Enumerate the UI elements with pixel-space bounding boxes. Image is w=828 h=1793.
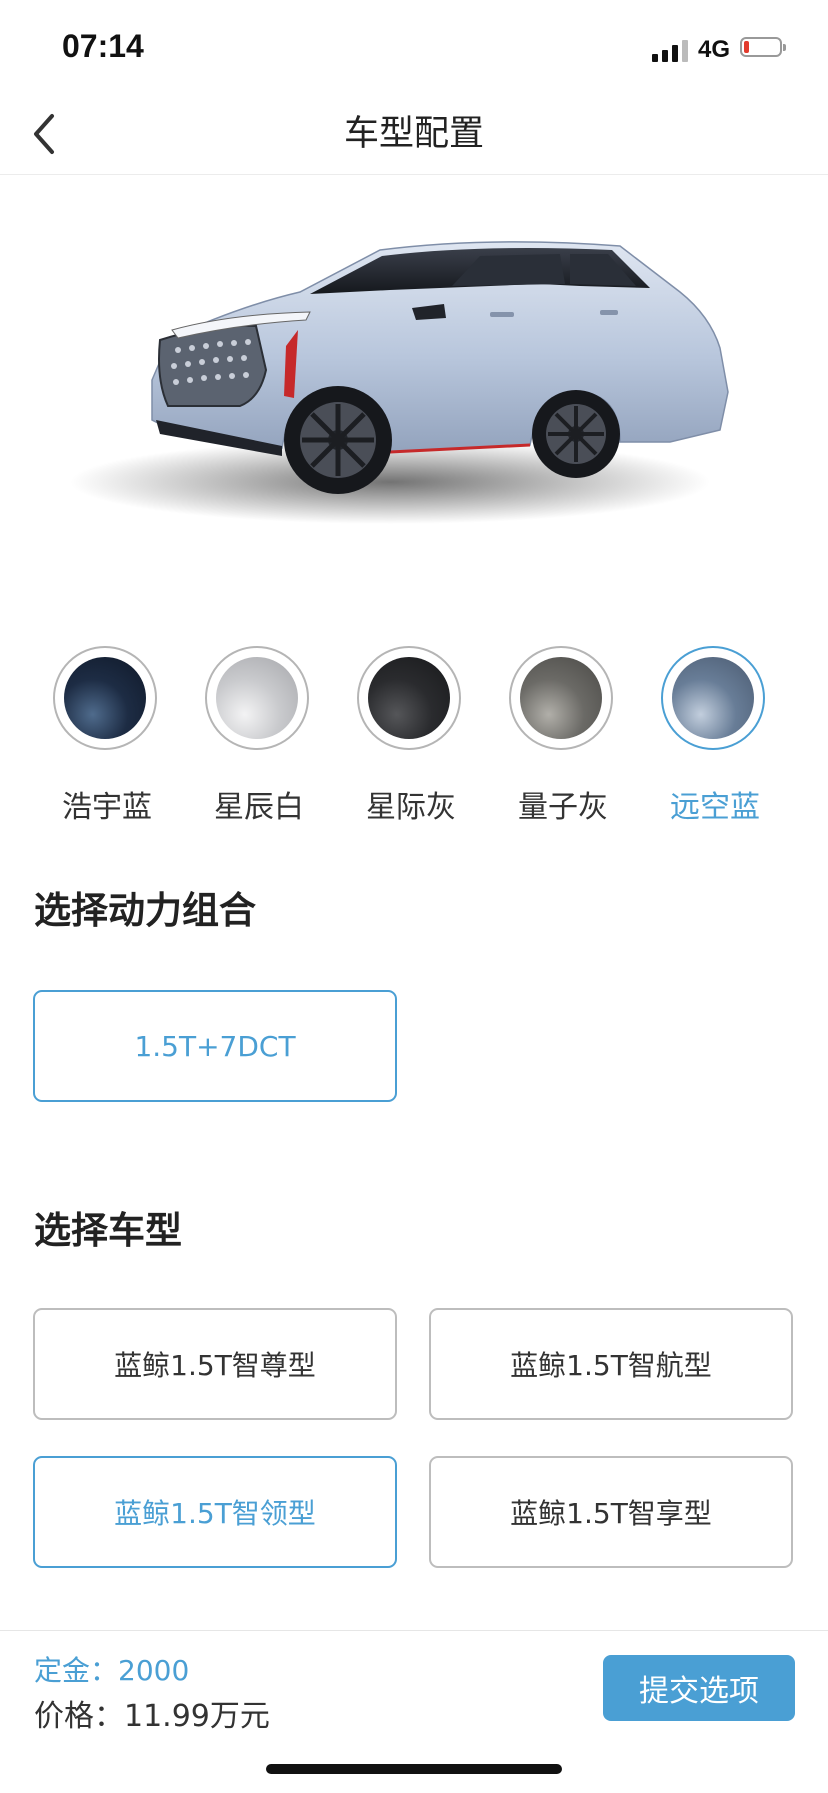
home-indicator [266,1764,562,1774]
nav-bar: 车型配置 [0,96,828,175]
signal-icon [652,38,688,62]
swatch-ring [357,646,461,750]
battery-icon [740,37,786,59]
model-option-zhizun[interactable]: 蓝鲸1.5T智尊型 [33,1308,397,1420]
color-swatch [520,657,602,739]
powertrain-section-title: 选择动力组合 [34,889,256,932]
color-swatch [368,657,450,739]
color-label: 星际灰 [366,790,456,825]
network-label: 4G [698,36,731,63]
model-option-zhiling[interactable]: 蓝鲸1.5T智领型 [33,1456,397,1568]
color-option-xingchen-white[interactable]: 星辰白 [184,644,334,844]
color-option-yuankong-blue[interactable]: 远空蓝 [640,644,790,844]
submit-button[interactable]: 提交选项 [603,1655,795,1721]
color-selector: 浩宇蓝 星辰白 星际灰 量子灰 远空蓝 [32,644,796,844]
swatch-ring [53,646,157,750]
color-option-haoyu-blue[interactable]: 浩宇蓝 [32,644,182,844]
model-section-title: 选择车型 [34,1209,182,1252]
color-label: 星辰白 [214,790,304,825]
color-swatch [64,657,146,739]
color-label: 量子灰 [518,790,608,825]
color-option-liangzi-gray[interactable]: 量子灰 [488,644,638,844]
color-label: 浩宇蓝 [62,790,152,825]
deposit-text: 定金：2000 [34,1654,190,1687]
color-swatch [672,657,754,739]
car-image [60,220,740,540]
swatch-ring [205,646,309,750]
page-title: 车型配置 [343,114,484,154]
swatch-ring [661,646,765,750]
color-option-xingji-gray[interactable]: 星际灰 [336,644,486,844]
status-bar: 07:14 4G [0,0,828,96]
color-swatch [216,657,298,739]
swatch-ring [509,646,613,750]
powertrain-option[interactable]: 1.5T+7DCT [33,990,397,1102]
model-option-zhixiang[interactable]: 蓝鲸1.5T智享型 [429,1456,793,1568]
price-text: 价格：11.99万元 [34,1699,270,1734]
color-label: 远空蓝 [670,790,760,825]
model-option-zhihang[interactable]: 蓝鲸1.5T智航型 [429,1308,793,1420]
status-time: 07:14 [62,28,144,64]
